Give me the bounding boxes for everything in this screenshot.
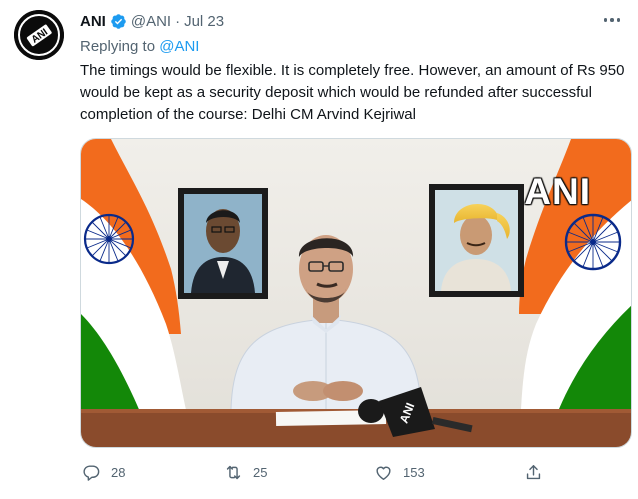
portrait-left (178, 188, 268, 299)
share-icon (526, 464, 541, 479)
replying-to: Replying to @ANI (80, 38, 199, 55)
ani-logo-avatar[interactable]: ANI (14, 10, 64, 60)
tweet-actions: 28 25 153 (74, 459, 594, 485)
portrait-right (429, 184, 524, 297)
tweet[interactable]: ANI ANI @ANI · Jul 23 Replying to @ANI T… (0, 0, 638, 499)
replying-to-mention[interactable]: @ANI (159, 38, 199, 55)
image-watermark: ANI (524, 171, 591, 212)
like-count: 153 (403, 464, 425, 480)
tweet-date[interactable]: Jul 23 (184, 13, 224, 30)
tweet-text: The timings would be flexible. It is com… (80, 62, 625, 123)
author-handle[interactable]: @ANI (131, 13, 171, 30)
more-options-icon[interactable] (600, 10, 624, 30)
replying-to-label: Replying to (80, 38, 156, 55)
verified-badge-icon (110, 13, 127, 30)
separator-dot: · (175, 12, 181, 30)
retweet-button[interactable]: 25 (224, 459, 267, 485)
retweet-icon (226, 465, 241, 479)
like-button[interactable]: 153 (374, 459, 425, 485)
reply-count: 28 (111, 464, 126, 480)
reply-icon (83, 464, 100, 481)
heart-icon (376, 466, 391, 480)
tweet-image[interactable]: ANI ANI (80, 138, 632, 448)
tweet-header: ANI @ANI · Jul 23 (80, 11, 224, 31)
author-name[interactable]: ANI (80, 13, 106, 30)
reply-button[interactable]: 28 (82, 459, 125, 485)
share-button[interactable] (524, 459, 543, 485)
retweet-count: 25 (253, 464, 268, 480)
